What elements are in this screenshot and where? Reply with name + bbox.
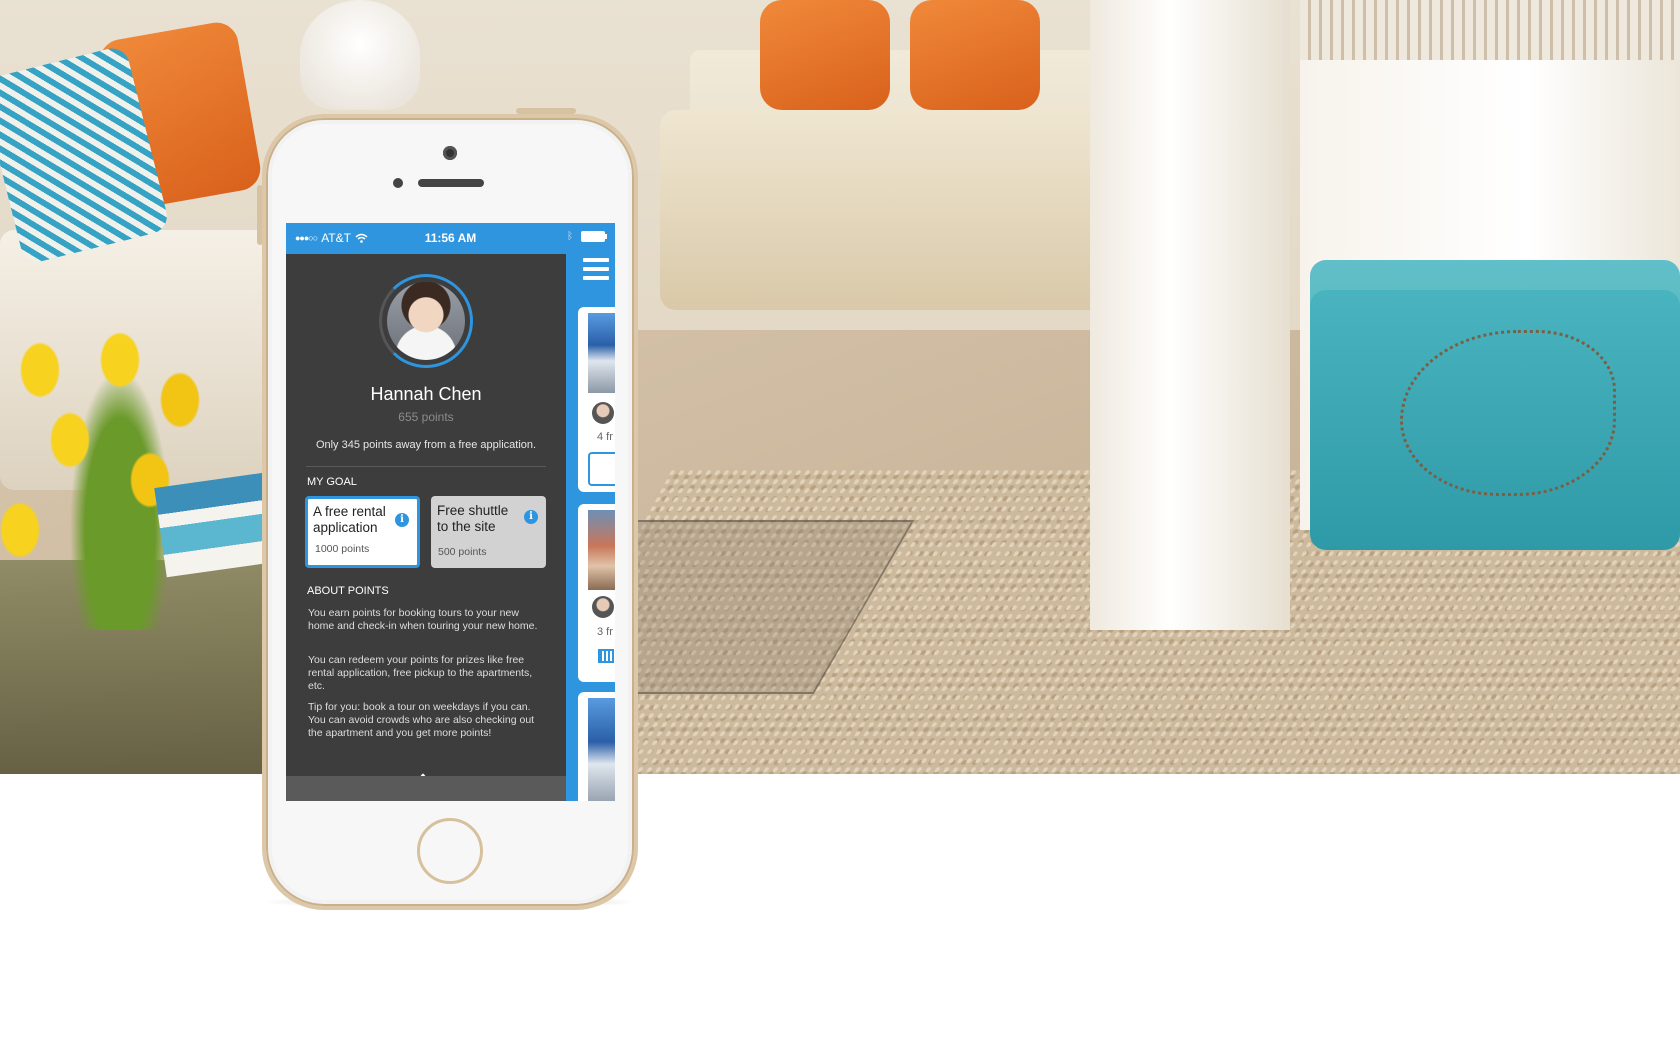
avatar [592,596,614,618]
listing-photo [588,698,615,801]
progress-message: Only 345 points away from a free applica… [315,439,537,451]
info-icon[interactable]: i [524,510,538,524]
books-stack [154,472,276,578]
goal-option-title: A free rental application [313,504,386,535]
proximity-sensor [393,178,403,188]
home-button[interactable] [417,818,483,884]
bluetooth-icon: ᛒ [567,231,573,242]
status-bar: ●●●○○ AT&T 11:56 AM ᛒ [286,223,615,254]
orange-pillow-2 [910,0,1040,110]
about-paragraph: Tip for you: book a tour on weekdays if … [308,701,535,739]
front-camera [443,146,457,160]
white-column [1090,0,1290,630]
listing-photo [588,510,615,590]
background-room-photo [0,0,1680,774]
drawer-footer [286,776,566,801]
info-icon[interactable]: i [395,513,409,527]
earpiece-speaker [418,179,484,187]
goal-option-shuttle[interactable]: Free shuttle to the site 500 points i [431,496,546,568]
menu-icon[interactable] [583,258,609,282]
calendar-icon[interactable] [598,649,614,663]
listing-card[interactable]: 4 fr [578,307,615,492]
avatar [592,402,614,424]
user-points: 655 points [398,410,454,424]
goal-option-rental[interactable]: A free rental application 1000 points i [305,496,420,568]
about-points-heading: ABOUT POINTS [307,585,389,597]
listing-panel: 4 fr 3 fr [566,254,615,801]
avatar[interactable] [387,282,465,360]
listing-photo [588,313,615,393]
orange-pillow-1 [760,0,890,110]
profile-drawer: Hannah Chen 655 points Only 345 points a… [286,254,566,791]
about-paragraph: You earn points for booking tours to you… [308,607,538,632]
listing-card[interactable] [578,692,615,801]
friends-count: 3 fr [597,626,613,638]
goal-option-title: Free shuttle to the site [437,503,509,534]
friends-count: 4 fr [597,431,613,443]
table-lamp [300,0,420,110]
goal-option-points: 1000 points [315,543,370,555]
my-goal-heading: MY GOAL [307,476,357,488]
user-name: Hannah Chen [370,384,482,404]
divider [306,466,546,467]
listing-card[interactable]: 3 fr [578,504,615,682]
about-paragraph: You can redeem your points for prizes li… [308,654,533,692]
goal-option-points: 500 points [438,546,487,558]
battery-icon [581,231,607,242]
status-time: 11:56 AM [424,231,477,245]
listing-action-button[interactable] [588,452,615,486]
phone-screen: ●●●○○ AT&T 11:56 AM ᛒ Hannah Chen 655 po… [286,223,615,801]
